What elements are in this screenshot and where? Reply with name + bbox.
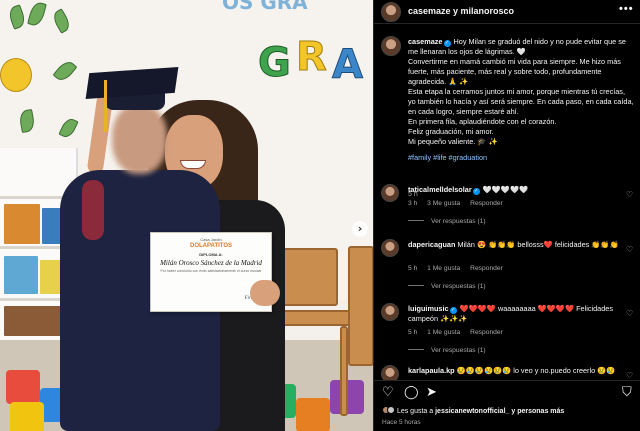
child-head-blurred <box>112 104 167 174</box>
likes-user-link[interactable]: jessicanewtonofficial_ <box>435 408 509 415</box>
comment-body: dapericaguan Milán 😍 👏👏👏 bellosss❤️ feli… <box>408 240 623 250</box>
top-banner-text: OS GRA <box>222 0 308 14</box>
bird-decoration <box>0 58 32 92</box>
comment-time: 5 h <box>408 265 418 272</box>
post-photo[interactable]: OS GRA G R A Casa Jardín DOLAPATITOS DIP… <box>0 0 373 431</box>
diploma-name: Milán Orosco Sánchez de la Madrid <box>160 259 262 267</box>
share-icon[interactable]: ➤ <box>426 385 437 399</box>
comment-time: 3 h <box>408 200 418 207</box>
commenter-avatar[interactable] <box>381 365 399 380</box>
replies-line <box>408 220 424 221</box>
post-authors[interactable]: casemaze y milanorosco <box>408 6 514 16</box>
likes-suffix[interactable]: y personas más <box>511 408 564 415</box>
banner-letter: A <box>332 42 364 89</box>
comment-username[interactable]: taticalmelldelsolar <box>408 185 472 194</box>
cap-tassel <box>104 80 107 132</box>
comment-meta: 5 h 1 Me gusta Responder <box>408 329 511 336</box>
view-replies-text: Ver respuestas (1) <box>431 347 486 354</box>
diploma-school: Casa Jardín <box>200 237 222 242</box>
comment-likes[interactable]: 3 Me gusta <box>427 200 460 207</box>
comment-icon[interactable]: ◯ <box>404 385 419 399</box>
comment-like-icon[interactable]: ♡ <box>626 371 633 380</box>
more-options-icon[interactable]: ••• <box>619 3 634 15</box>
commenter-avatar[interactable] <box>381 239 399 257</box>
reply-button[interactable]: Responder <box>470 265 503 272</box>
reply-button[interactable]: Responder <box>470 200 503 207</box>
comment-body: luiguimusic ✓ ❤️❤️❤️❤️ waaaaaaaa ❤️❤️❤️❤️… <box>408 304 623 324</box>
comment-meta: 5 h 1 Me gusta Responder <box>408 265 511 272</box>
likes-prefix: Les gusta a <box>396 408 434 415</box>
caption-text-line: En primera fila, aplaudiéndote con el co… <box>408 117 557 126</box>
comment-likes[interactable]: 1 Me gusta <box>427 329 460 336</box>
post-header: casemaze y milanorosco ••• <box>374 0 640 24</box>
heart-icon[interactable]: ♡ <box>382 385 394 399</box>
likes-summary: Les gusta a jessicanewtonofficial_ y per… <box>382 406 564 415</box>
comment-like-icon[interactable]: ♡ <box>626 309 633 318</box>
caption-hashtags: #family #life #graduation <box>408 153 634 163</box>
post-time: Hace 5 horas <box>382 419 421 426</box>
comment-like-icon[interactable]: ♡ <box>626 245 633 254</box>
chair-leg <box>340 326 348 416</box>
commenter-avatar[interactable] <box>381 303 399 321</box>
banner-letter: R <box>296 34 328 81</box>
top-banner: OS GRA <box>222 0 372 14</box>
replies-line <box>408 285 424 286</box>
diploma-text: Por haber concluido con éxito satisfacto… <box>160 269 262 273</box>
child-arm <box>82 180 104 240</box>
chair <box>348 246 373 366</box>
comment-body: taticalmelldelsolar ✓ 🤍🤍🤍🤍🤍 <box>408 185 623 195</box>
view-replies-button[interactable]: Ver respuestas (1) <box>408 347 486 354</box>
caption-text-line: Feliz graduación, mi amor. <box>408 127 494 136</box>
view-replies-text: Ver respuestas (1) <box>431 283 486 290</box>
caption-text-line: Mi pequeño valiente. 🎓 ✨ <box>408 137 498 146</box>
post-actions: ♡ ◯ ➤ ⛉ Les gusta a jessicanewtonofficia… <box>374 380 640 431</box>
commenter-avatar[interactable] <box>381 184 399 202</box>
verified-badge-icon: ✓ <box>449 307 457 314</box>
caption-avatar[interactable] <box>381 36 401 56</box>
comment-username[interactable]: dapericaguan <box>408 240 455 249</box>
woman-hand <box>250 280 280 306</box>
caption-text-line: Convertirme en mamá cambió mi vida para … <box>408 57 621 86</box>
comment-text: Milán 😍 👏👏👏 bellosss❤️ felicidades 👏👏👏 <box>457 240 619 249</box>
comment-likes[interactable]: 1 Me gusta <box>427 265 460 272</box>
reply-button[interactable]: Responder <box>470 329 503 336</box>
comment-like-icon[interactable]: ♡ <box>626 190 633 199</box>
view-replies-text: Ver respuestas (1) <box>431 218 486 225</box>
graduation-banner: G R A <box>258 34 373 104</box>
comment-username[interactable]: luiguimusic <box>408 304 449 313</box>
comments-scroll[interactable]: casemaze ✓ Hoy Milan se graduó del nido y… <box>374 25 640 380</box>
post-caption: casemaze ✓ Hoy Milan se graduó del nido y… <box>408 37 634 163</box>
verified-badge-icon: ✓ <box>443 40 451 47</box>
comment-username[interactable]: karlapaula.kp <box>408 366 455 375</box>
hashtag-links[interactable]: #family #life #graduation <box>408 153 487 162</box>
comment-text: 🤍🤍🤍🤍🤍 <box>482 185 529 194</box>
comment-time: 5 h <box>408 329 418 336</box>
replies-line <box>408 349 424 350</box>
comment-meta: 3 h 3 Me gusta Responder <box>408 200 511 207</box>
caption-username[interactable]: casemaze <box>408 37 443 46</box>
verified-badge-icon: ✓ <box>472 188 480 195</box>
diploma-logo: DOLAPATITOS <box>190 243 232 249</box>
view-replies-button[interactable]: Ver respuestas (1) <box>408 218 486 225</box>
view-replies-button[interactable]: Ver respuestas (1) <box>408 283 486 290</box>
author-avatar[interactable] <box>381 2 401 22</box>
comment-text: 😢😢😢😢😢😢 lo veo y no.puedo creerlo 😢😢 <box>456 366 616 375</box>
bookmark-icon[interactable]: ⛉ <box>622 385 632 399</box>
liker-avatar <box>387 406 395 414</box>
banner-letter: G <box>258 40 292 87</box>
next-image-button[interactable]: › <box>352 221 368 237</box>
diploma-type: DIPLOMA A: <box>199 252 223 257</box>
comment-body: karlapaula.kp 😢😢😢😢😢😢 lo veo y no.puedo c… <box>408 366 623 376</box>
post-panel: casemaze y milanorosco ••• casemaze ✓ Hoy… <box>373 0 640 431</box>
caption-text-line: Esta etapa la cerramos juntos mi amor, p… <box>408 87 634 116</box>
